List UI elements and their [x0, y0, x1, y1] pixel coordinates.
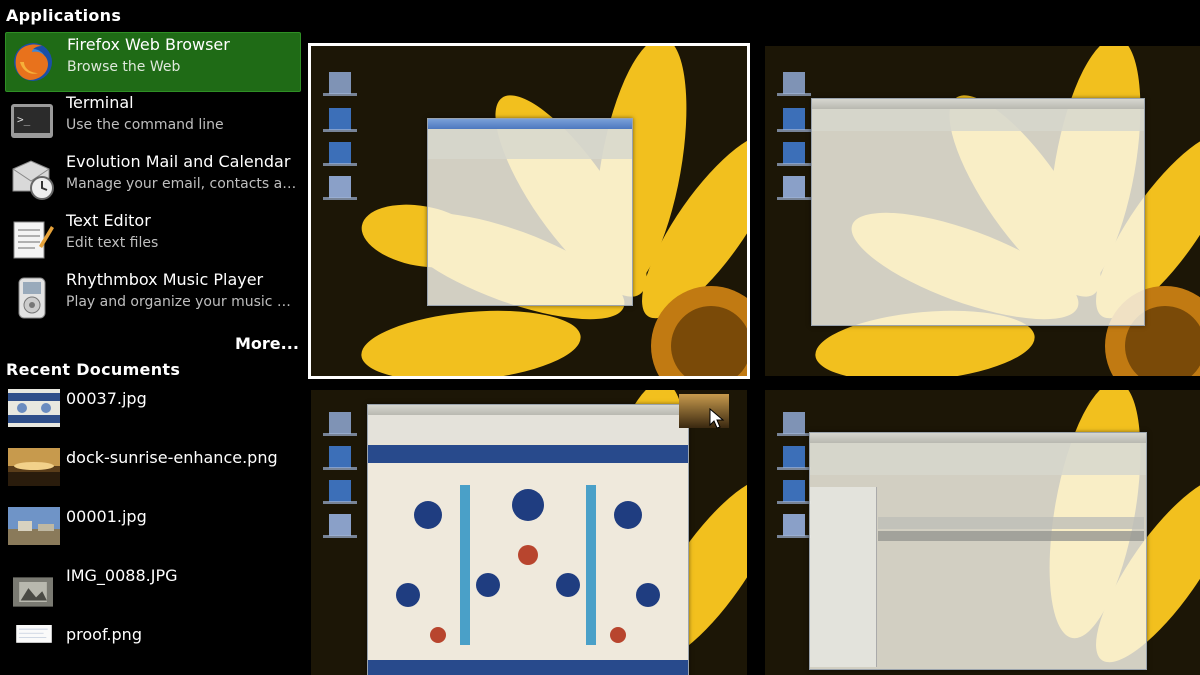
doc-name: dock-sunrise-enhance.png — [66, 448, 278, 467]
window-toolbar — [368, 415, 688, 443]
mail-clock-icon — [12, 160, 54, 200]
recent-doc-item[interactable]: IMG_0088.JPG — [5, 566, 299, 616]
trash-desktop-icon[interactable] — [777, 176, 811, 200]
app-desc: Edit text files — [66, 235, 159, 251]
window-list-header — [878, 517, 1144, 529]
trash-desktop-icon[interactable] — [777, 514, 811, 538]
music-player-icon — [18, 277, 46, 319]
image-thumbnail — [16, 625, 52, 643]
terminal-icon: >_ — [11, 104, 53, 138]
app-name: Text Editor — [66, 211, 151, 230]
computer-desktop-icon[interactable] — [777, 72, 811, 96]
folder-desktop-icon[interactable] — [323, 108, 357, 132]
app-name: Firefox Web Browser — [67, 35, 230, 54]
app-desc: Browse the Web — [67, 59, 181, 75]
computer-desktop-icon[interactable] — [323, 72, 357, 96]
svg-text:>_: >_ — [17, 113, 31, 126]
window-thumbnail[interactable] — [811, 98, 1145, 326]
app-item-evolution[interactable]: Evolution Mail and Calendar Manage your … — [5, 150, 299, 208]
window-titlebar — [368, 405, 688, 415]
folder-desktop-icon[interactable] — [777, 446, 811, 470]
image-thumbnail — [8, 507, 60, 545]
computer-desktop-icon[interactable] — [777, 412, 811, 436]
doc-name: 00001.jpg — [66, 507, 147, 526]
computer-desktop-icon[interactable] — [323, 412, 357, 436]
recent-doc-item[interactable]: 00001.jpg — [5, 507, 299, 557]
doc-name: IMG_0088.JPG — [66, 566, 178, 585]
workspace-1[interactable] — [308, 43, 750, 379]
window-titlebar — [428, 119, 632, 129]
window-titlebar — [812, 99, 1144, 109]
recent-documents-heading: Recent Documents — [6, 360, 181, 379]
recent-doc-item[interactable]: proof.png — [5, 625, 299, 675]
app-desc: Play and organize your music … — [66, 294, 291, 310]
app-name: Terminal — [66, 93, 134, 112]
app-desc: Use the command line — [66, 117, 224, 133]
workspace-4[interactable] — [765, 390, 1200, 675]
window-sidebar — [810, 487, 877, 667]
recent-doc-item[interactable]: dock-sunrise-enhance.png — [5, 448, 299, 498]
more-apps-link[interactable]: More... — [235, 334, 299, 353]
image-thumbnail — [13, 577, 53, 607]
applications-heading: Applications — [6, 6, 122, 25]
image-thumbnail — [8, 389, 60, 427]
folder-desktop-icon[interactable] — [323, 480, 357, 504]
trash-desktop-icon[interactable] — [323, 176, 357, 200]
app-item-text-editor[interactable]: Text Editor Edit text files — [5, 209, 299, 267]
recent-doc-item[interactable]: 00037.jpg — [5, 389, 299, 439]
doc-name: proof.png — [66, 625, 142, 644]
folder-desktop-icon[interactable] — [323, 142, 357, 166]
image-viewer-window[interactable] — [367, 404, 689, 675]
window-thumbnail[interactable] — [427, 118, 633, 306]
window-toolbar — [428, 129, 632, 159]
mouse-pointer-icon — [709, 408, 725, 429]
doc-name: 00037.jpg — [66, 389, 147, 408]
app-name: Evolution Mail and Calendar — [66, 152, 291, 171]
app-item-firefox[interactable]: Firefox Web Browser Browse the Web — [5, 32, 301, 92]
image-thumbnail — [8, 448, 60, 486]
window-list-row — [878, 531, 1144, 541]
window-titlebar — [810, 433, 1146, 443]
workspace-2[interactable] — [765, 46, 1200, 376]
window-toolbar — [810, 443, 1146, 475]
app-item-terminal[interactable]: >_ Terminal Use the command line — [5, 91, 299, 149]
app-item-rhythmbox[interactable]: Rhythmbox Music Player Play and organize… — [5, 268, 299, 326]
firefox-icon — [14, 43, 52, 81]
trash-desktop-icon[interactable] — [323, 514, 357, 538]
folder-desktop-icon[interactable] — [777, 108, 811, 132]
window-toolbar — [812, 109, 1144, 131]
app-desc: Manage your email, contacts a… — [66, 176, 297, 192]
app-name: Rhythmbox Music Player — [66, 270, 264, 289]
window-thumbnail[interactable] — [809, 432, 1147, 670]
folder-desktop-icon[interactable] — [323, 446, 357, 470]
folder-desktop-icon[interactable] — [777, 480, 811, 504]
launcher-panel: Applications Firefox Web Browser Browse … — [0, 0, 305, 675]
folder-desktop-icon[interactable] — [777, 142, 811, 166]
workspace-3[interactable] — [311, 390, 747, 675]
text-editor-icon — [13, 221, 54, 259]
tile-pattern-image — [368, 445, 688, 675]
